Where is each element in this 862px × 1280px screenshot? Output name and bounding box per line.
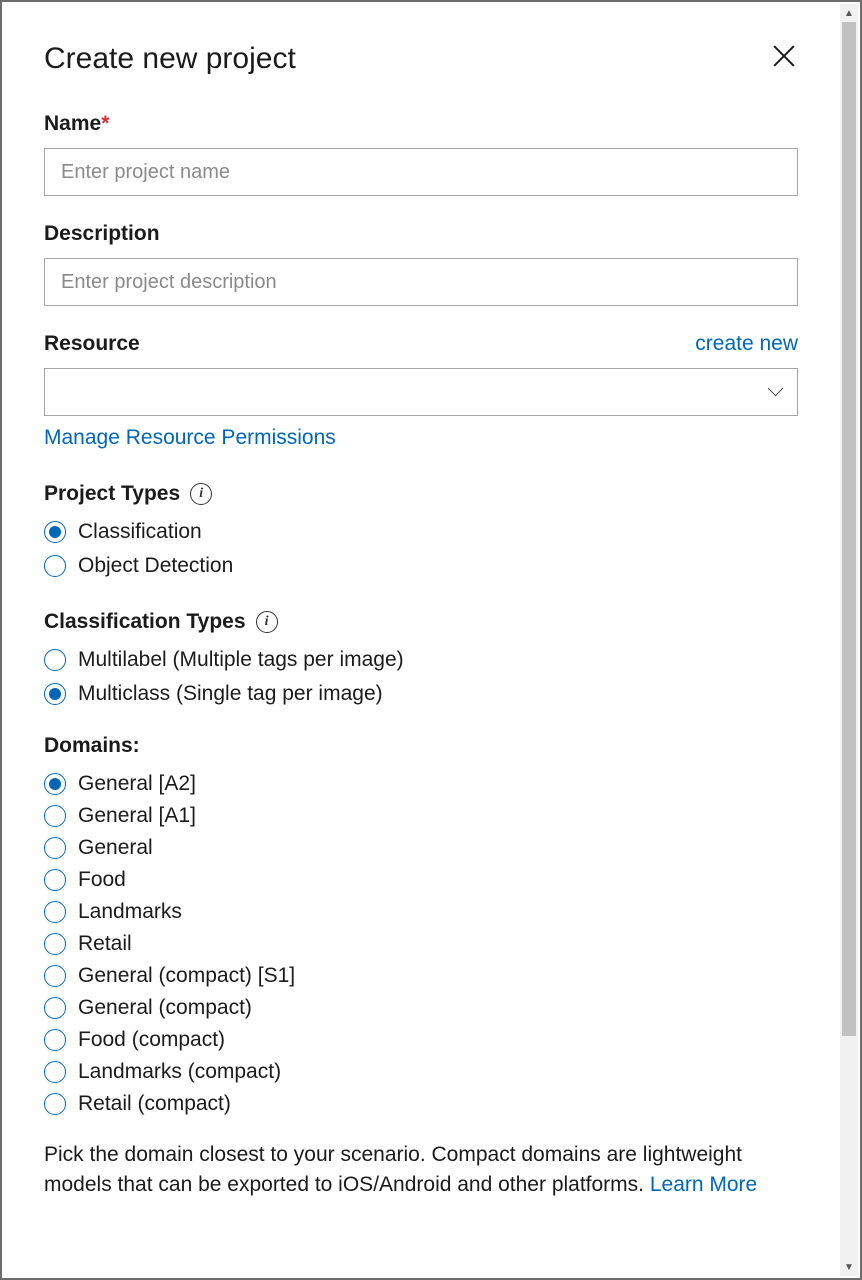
radio-icon	[44, 901, 66, 923]
resource-label: Resource	[44, 332, 140, 356]
required-indicator: *	[101, 112, 109, 135]
domain-option-label: General	[78, 836, 153, 860]
domain-option[interactable]: Food (compact)	[44, 1028, 798, 1052]
domain-option-label: Landmarks	[78, 900, 182, 924]
domain-option[interactable]: Retail (compact)	[44, 1092, 798, 1116]
domain-option[interactable]: Landmarks	[44, 900, 798, 924]
project-type-option[interactable]: Object Detection	[44, 554, 798, 578]
description-field-group: Description	[44, 222, 798, 306]
radio-icon	[44, 649, 66, 671]
project-type-option[interactable]: Classification	[44, 520, 798, 544]
domain-option[interactable]: General [A1]	[44, 804, 798, 828]
radio-icon	[44, 997, 66, 1019]
vertical-scrollbar[interactable]: ▲ ▼	[840, 4, 858, 1276]
domain-option-label: Retail	[78, 932, 132, 956]
domain-option[interactable]: General (compact) [S1]	[44, 964, 798, 988]
project-types-label: Project Types	[44, 482, 180, 506]
classification-type-option-label: Multiclass (Single tag per image)	[78, 682, 383, 706]
scroll-down-arrow-icon[interactable]: ▼	[840, 1258, 858, 1276]
domain-option-label: Food	[78, 868, 126, 892]
scroll-up-arrow-icon[interactable]: ▲	[840, 4, 858, 22]
domain-option-label: General (compact) [S1]	[78, 964, 295, 988]
domain-option-label: Food (compact)	[78, 1028, 225, 1052]
radio-icon	[44, 1061, 66, 1083]
domains-helper-text: Pick the domain closest to your scenario…	[44, 1140, 798, 1201]
radio-icon	[44, 965, 66, 987]
domain-option-label: Retail (compact)	[78, 1092, 231, 1116]
domain-option[interactable]: Retail	[44, 932, 798, 956]
radio-icon	[44, 521, 66, 543]
window-frame: Create new project Name* Description Res…	[0, 0, 862, 1280]
domain-option[interactable]: General [A2]	[44, 772, 798, 796]
classification-types-header: Classification Types i	[44, 610, 798, 634]
classification-type-option-label: Multilabel (Multiple tags per image)	[78, 648, 404, 672]
domains-options: General [A2] General [A1] General Food Landm…	[44, 772, 798, 1116]
name-input[interactable]	[44, 148, 798, 196]
domain-option[interactable]: General	[44, 836, 798, 860]
resource-header: Resource create new	[44, 332, 798, 356]
create-new-resource-link[interactable]: create new	[695, 332, 798, 356]
resource-field-group: Resource create new Manage Resource Perm…	[44, 332, 798, 450]
dialog-title: Create new project	[44, 42, 296, 76]
classification-types-label: Classification Types	[44, 610, 246, 634]
domains-label: Domains:	[44, 734, 140, 758]
close-icon[interactable]	[770, 42, 798, 70]
description-input[interactable]	[44, 258, 798, 306]
domain-option[interactable]: General (compact)	[44, 996, 798, 1020]
radio-icon	[44, 869, 66, 891]
manage-resource-permissions-link[interactable]: Manage Resource Permissions	[44, 426, 336, 450]
resource-select-wrap	[44, 368, 798, 416]
project-type-option-label: Object Detection	[78, 554, 233, 578]
info-icon[interactable]: i	[256, 611, 278, 633]
domain-option[interactable]: Food	[44, 868, 798, 892]
domain-option-label: General [A1]	[78, 804, 196, 828]
domains-helper-body: Pick the domain closest to your scenario…	[44, 1143, 742, 1196]
resource-select[interactable]	[44, 368, 798, 416]
classification-type-option[interactable]: Multiclass (Single tag per image)	[44, 682, 798, 706]
create-project-dialog: Create new project Name* Description Res…	[4, 4, 838, 1276]
name-field-group: Name*	[44, 112, 798, 196]
radio-icon	[44, 933, 66, 955]
info-icon[interactable]: i	[190, 483, 212, 505]
name-label: Name*	[44, 112, 798, 136]
classification-type-option[interactable]: Multilabel (Multiple tags per image)	[44, 648, 798, 672]
radio-icon	[44, 837, 66, 859]
radio-icon	[44, 683, 66, 705]
project-types-header: Project Types i	[44, 482, 798, 506]
classification-types-options: Multilabel (Multiple tags per image) Mult…	[44, 648, 798, 706]
name-label-text: Name	[44, 112, 101, 135]
scroll-track[interactable]	[840, 22, 858, 1258]
radio-icon	[44, 1029, 66, 1051]
dialog-header: Create new project	[44, 42, 798, 76]
project-types-options: Classification Object Detection	[44, 520, 798, 578]
domain-option[interactable]: Landmarks (compact)	[44, 1060, 798, 1084]
project-type-option-label: Classification	[78, 520, 202, 544]
radio-icon	[44, 773, 66, 795]
domain-option-label: General (compact)	[78, 996, 252, 1020]
domain-option-label: General [A2]	[78, 772, 196, 796]
description-label: Description	[44, 222, 798, 246]
scroll-thumb[interactable]	[842, 22, 856, 1036]
radio-icon	[44, 805, 66, 827]
radio-icon	[44, 1093, 66, 1115]
domain-option-label: Landmarks (compact)	[78, 1060, 281, 1084]
domains-header: Domains:	[44, 734, 798, 758]
radio-icon	[44, 555, 66, 577]
learn-more-link[interactable]: Learn More	[650, 1173, 757, 1196]
